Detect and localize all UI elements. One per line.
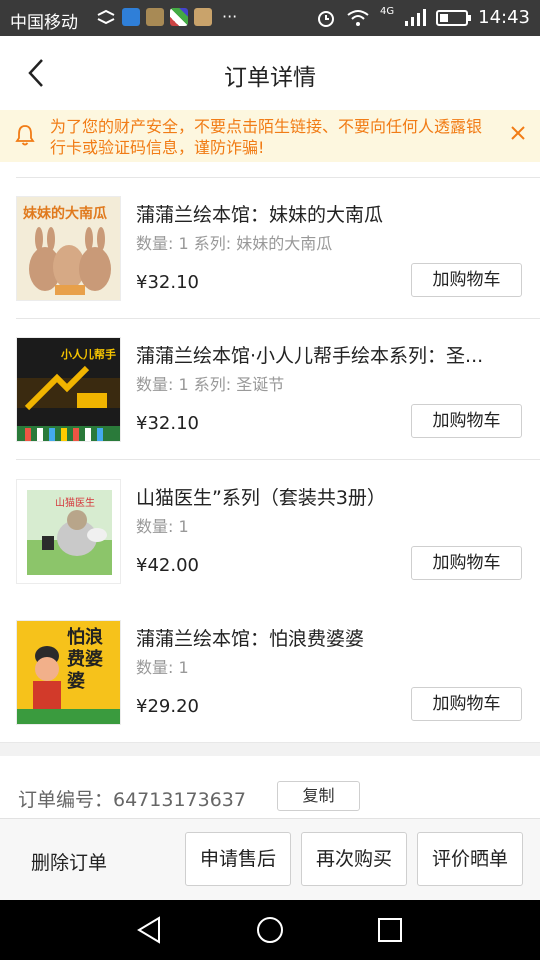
cover-title: 小人儿帮手 (61, 348, 116, 361)
product-cover-image[interactable]: 怕浪费婆婆 (16, 620, 121, 725)
network-type: 4G (380, 6, 395, 17)
product-price: ¥32.10 (136, 413, 199, 434)
nav-header: 订单详情 (0, 36, 540, 110)
clock: 14:43 (478, 7, 530, 28)
close-icon[interactable] (510, 125, 526, 141)
cover-title: 妹妹的大南瓜 (23, 206, 107, 222)
app-notification-icon (122, 7, 140, 26)
cover-title: 山猫医生 (55, 498, 95, 509)
add-to-cart-button[interactable]: 加购物车 (411, 546, 522, 580)
product-title[interactable]: 山猫医生”系列（套装共3册） (136, 483, 522, 510)
system-nav-bar (0, 900, 540, 960)
page-title: 订单详情 (224, 65, 316, 91)
order-item[interactable]: 山猫医生 山猫医生”系列（套装共3册） 数量: 1 ¥42.00 加购物车 (0, 459, 540, 599)
product-title[interactable]: 蒲蒲兰绘本馆：妹妹的大南瓜 (136, 200, 522, 227)
product-meta: 数量: 1 (136, 658, 189, 677)
data-transfer-icon (97, 9, 115, 24)
review-button[interactable]: 评价晒单 (417, 832, 523, 886)
order-item[interactable]: 怕浪费婆婆 蒲蒲兰绘本馆：怕浪费婆婆 数量: 1 ¥29.20 加购物车 (0, 600, 540, 740)
app-notification-icon (170, 7, 188, 26)
add-to-cart-button[interactable]: 加购物车 (411, 263, 522, 297)
order-number-row: 订单编号：64713173637 复制 (0, 756, 540, 818)
add-to-cart-button[interactable]: 加购物车 (411, 404, 522, 438)
back-triangle-icon[interactable] (135, 915, 165, 945)
more-notifications-icon: ··· (222, 7, 238, 26)
app-notification-icon (146, 7, 164, 26)
product-price: ¥42.00 (136, 555, 199, 576)
bell-icon (15, 125, 35, 146)
product-price: ¥29.20 (136, 696, 199, 717)
signal-icon (405, 8, 427, 26)
cover-title: 怕浪费婆婆 (67, 627, 103, 692)
section-separator (0, 742, 540, 756)
order-number: 订单编号：64713173637 (18, 789, 246, 811)
alarm-icon (318, 10, 334, 27)
copy-button[interactable]: 复制 (277, 781, 360, 811)
product-title[interactable]: 蒲蒲兰绘本馆：怕浪费婆婆 (136, 624, 522, 651)
warning-text: 为了您的财产安全，不要点击陌生链接、不要向任何人透露银行卡或验证码信息，谨防诈骗… (50, 117, 483, 157)
status-bar: 中国移动 ··· 4G 14:43 (0, 0, 540, 36)
product-meta: 数量: 1 系列: 圣诞节 (136, 375, 285, 394)
after-sale-button[interactable]: 申请售后 (185, 832, 291, 886)
product-title[interactable]: 蒲蒲兰绘本馆·小人儿帮手绘本系列：圣... (136, 341, 522, 368)
delete-order-button[interactable]: 删除订单 (31, 848, 107, 875)
home-circle-icon[interactable] (255, 915, 285, 945)
product-price: ¥32.10 (136, 272, 199, 293)
product-cover-image[interactable]: 妹妹的大南瓜 (16, 196, 121, 301)
app-notification-icon (194, 7, 212, 26)
carrier-name: 中国移动 (10, 13, 78, 33)
security-warning-banner: 为了您的财产安全，不要点击陌生链接、不要向任何人透露银行卡或验证码信息，谨防诈骗… (0, 110, 540, 162)
recents-square-icon[interactable] (375, 915, 405, 945)
product-meta: 数量: 1 (136, 517, 189, 536)
order-item[interactable]: 小人儿帮手 蒲蒲兰绘本馆·小人儿帮手绘本系列：圣... 数量: 1 系列: 圣诞… (0, 317, 540, 457)
product-meta: 数量: 1 系列: 妹妹的大南瓜 (136, 234, 333, 253)
wifi-icon (347, 9, 369, 26)
product-cover-image[interactable]: 小人儿帮手 (16, 337, 121, 442)
order-action-bar: 删除订单 申请售后 再次购买 评价晒单 (0, 818, 540, 900)
rebuy-button[interactable]: 再次购买 (301, 832, 407, 886)
product-cover-image[interactable]: 山猫医生 (16, 479, 121, 584)
order-item[interactable]: 妹妹的大南瓜 蒲蒲兰绘本馆：妹妹的大南瓜 数量: 1 系列: 妹妹的大南瓜 ¥3… (0, 176, 540, 316)
battery-icon (436, 9, 472, 26)
notification-icons: ··· (96, 7, 237, 26)
add-to-cart-button[interactable]: 加购物车 (411, 687, 522, 721)
